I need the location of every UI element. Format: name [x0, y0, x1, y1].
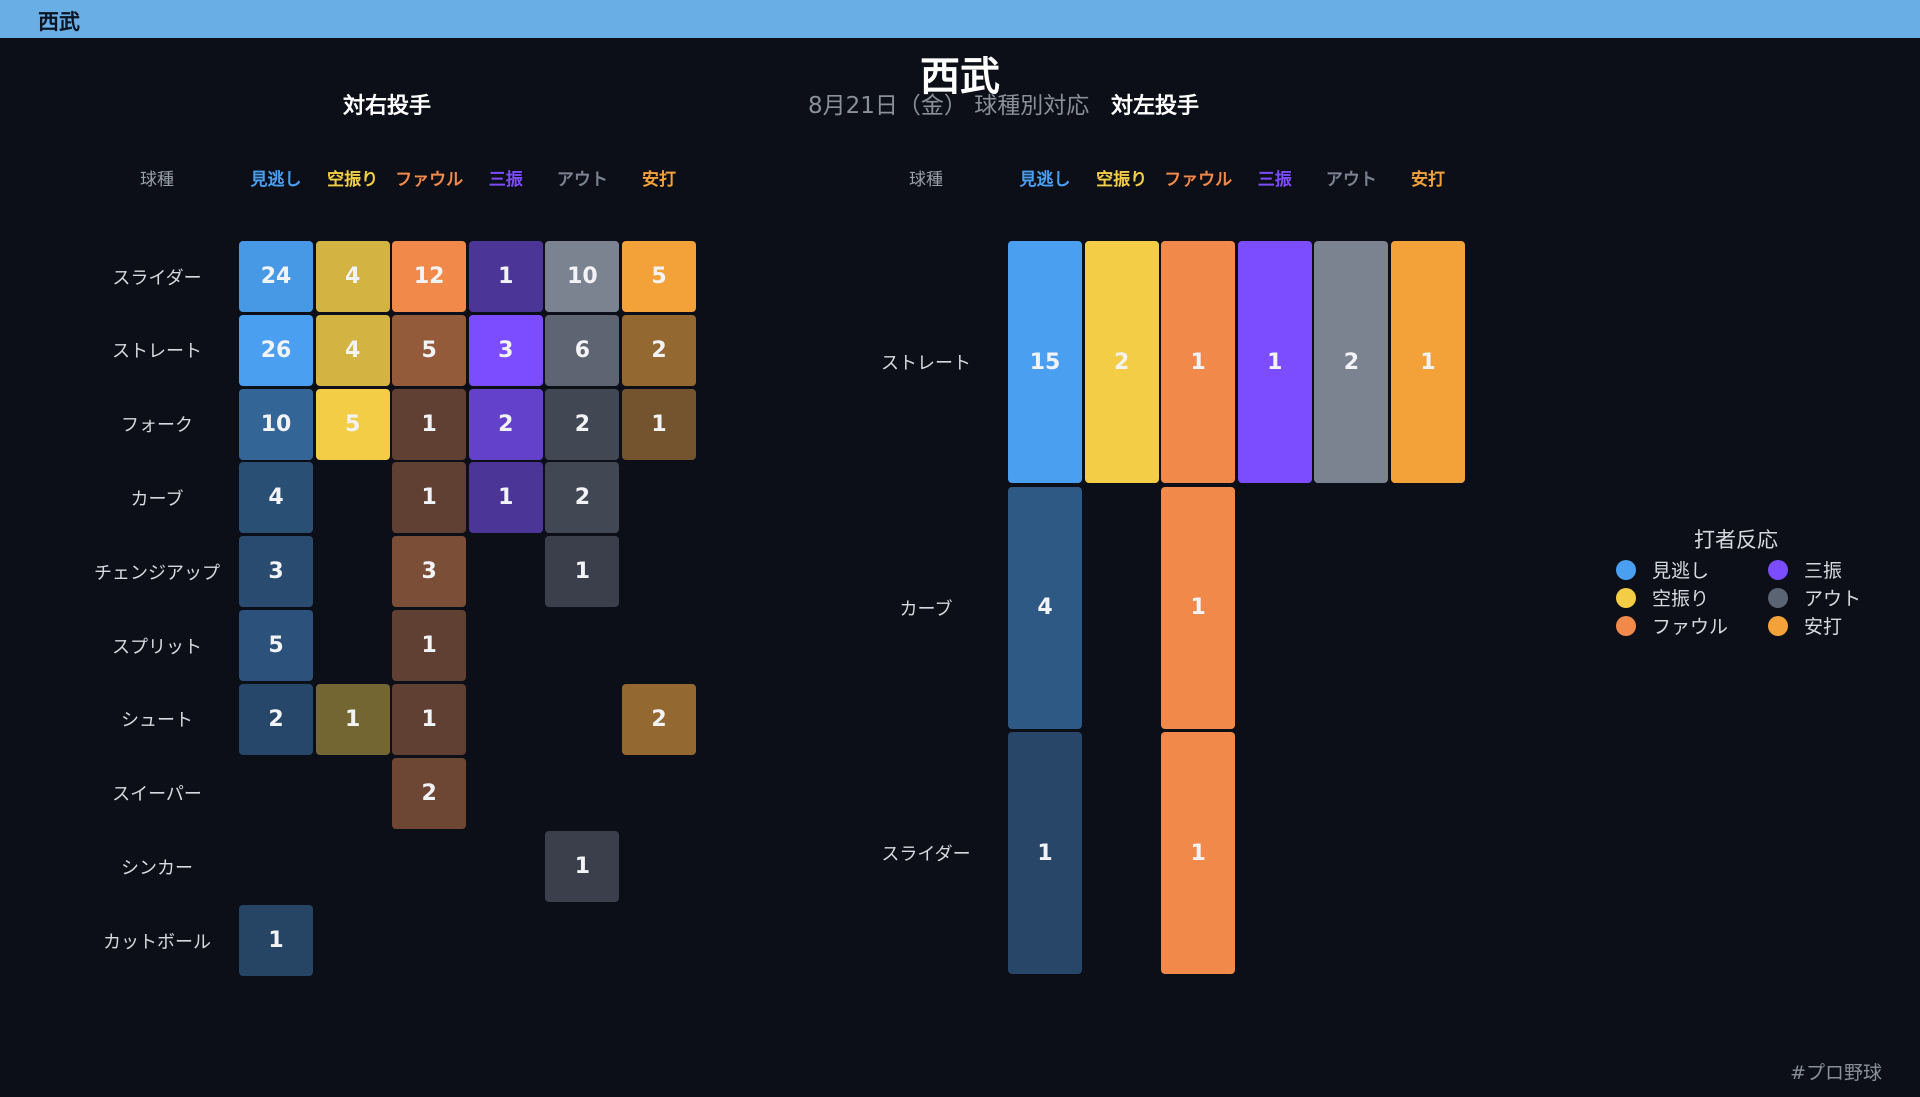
legend-item: 安打	[1768, 612, 1842, 639]
column-header: 空振り	[327, 170, 379, 190]
column-header: 見逃し	[250, 170, 302, 190]
legend-item: 三振	[1768, 556, 1842, 583]
row-label: カーブ	[130, 488, 184, 510]
row-label: スイーパー	[112, 784, 202, 806]
heatmap-cell: 1	[392, 388, 467, 460]
heatmap-cell: 1	[1161, 241, 1236, 483]
column-header: ファウル	[1164, 170, 1233, 190]
column-header: アウト	[556, 170, 608, 190]
heatmap-cell: 1	[1161, 732, 1236, 974]
legend-swatch	[1768, 587, 1788, 608]
column-header: 三振	[1257, 170, 1292, 190]
column-header: 見逃し	[1019, 170, 1071, 190]
row-label: ストレート	[112, 341, 202, 363]
row-label: スライダー	[881, 844, 971, 865]
heatmap-cell: 2	[545, 388, 620, 460]
row-label: カーブ	[899, 598, 953, 620]
row-label: シンカー	[121, 857, 193, 879]
legend-swatch	[1616, 615, 1636, 636]
column-header: アウト	[1325, 170, 1377, 190]
column-header: 空振り	[1096, 170, 1148, 190]
heatmap-cell: 2	[1084, 241, 1159, 483]
heatmap-cell: 2	[392, 757, 467, 829]
heatmap-cell: 1	[1161, 486, 1236, 729]
top-bar: 西武	[0, 0, 1920, 38]
heatmap-cell: 1	[239, 905, 313, 977]
row-label: スプリット	[112, 636, 202, 658]
legend-label: アウト	[1804, 588, 1862, 610]
column-header: ファウル	[395, 170, 464, 190]
heatmap-cell: 5	[622, 241, 696, 312]
heatmap-cell: 2	[239, 683, 313, 755]
heatmap-cell: 1	[1008, 732, 1082, 974]
column-header: 安打	[1411, 170, 1445, 190]
legend-label: 空振り	[1652, 588, 1710, 610]
heatmap-cell: 2	[622, 683, 696, 755]
right-pitcher-title: 対右投手	[342, 94, 431, 119]
heatmap-cell: 3	[239, 536, 313, 608]
legend-item: 空振り	[1616, 584, 1709, 611]
row-label: フォーク	[121, 415, 193, 437]
heatmap-cell: 24	[239, 241, 313, 312]
legend-item: ファウル	[1616, 612, 1728, 639]
heatmap-cell: 10	[545, 241, 620, 312]
legend-label: 安打	[1804, 616, 1843, 638]
heatmap-cell: 1	[1391, 241, 1465, 483]
heatmap-cell: 1	[622, 388, 696, 460]
heatmap-cell: 1	[545, 536, 620, 608]
heatmap-cell: 4	[1008, 486, 1082, 729]
hashtag: #プロ野球	[1790, 1062, 1882, 1084]
heatmap-cell: 1	[1237, 241, 1312, 483]
row-label: ストレート	[881, 353, 971, 374]
heatmap-cell: 4	[239, 462, 313, 534]
heatmap-cell: 2	[622, 314, 696, 386]
heatmap-cell: 1	[392, 683, 467, 755]
heatmap-cell: 3	[392, 536, 467, 608]
legend-label: 見逃し	[1652, 560, 1710, 582]
legend-label: 三振	[1804, 560, 1843, 582]
heatmap-cell: 1	[468, 462, 543, 534]
left-pitcher-title: 対左投手	[1110, 94, 1199, 119]
heatmap-cell: 1	[468, 241, 543, 312]
legend-title: 打者反応	[1694, 528, 1778, 552]
legend-swatch	[1768, 615, 1788, 636]
heatmap-cell: 3	[468, 314, 543, 386]
column-header: 三振	[488, 170, 523, 190]
heatmap-cell: 4	[315, 314, 390, 386]
heatmap-cell: 15	[1008, 241, 1082, 483]
row-header: 球種	[909, 170, 943, 190]
row-label: スライダー	[112, 267, 202, 289]
heatmap-cell: 5	[315, 388, 390, 460]
heatmap-cell: 2	[1314, 241, 1389, 483]
heatmap-cell: 10	[239, 388, 313, 460]
heatmap-cell: 12	[392, 241, 467, 312]
heatmap-cell: 1	[392, 462, 467, 534]
heatmap-cell: 1	[315, 683, 390, 755]
legend-item: 見逃し	[1616, 556, 1709, 583]
legend-label: ファウル	[1652, 616, 1729, 638]
top-bar-title: 西武	[38, 10, 80, 34]
heatmap-cell: 1	[392, 610, 467, 681]
heatmap-cell: 2	[468, 388, 543, 460]
heatmap-cell: 2	[545, 462, 620, 534]
heatmap-cell: 26	[239, 314, 313, 386]
row-label: シュート	[121, 710, 193, 732]
column-header: 安打	[642, 170, 676, 190]
heatmap-cell: 4	[315, 241, 390, 312]
legend-swatch	[1768, 559, 1788, 580]
row-header: 球種	[140, 170, 174, 190]
heatmap-cell: 1	[545, 831, 620, 903]
heatmap-cell: 5	[239, 610, 313, 681]
row-label: カットボール	[103, 931, 211, 953]
legend-swatch	[1616, 559, 1636, 580]
legend-swatch	[1616, 587, 1636, 608]
row-label: チェンジアップ	[94, 562, 220, 584]
legend-item: アウト	[1768, 584, 1861, 611]
heatmap-cell: 5	[392, 314, 467, 386]
heatmap-cell: 6	[545, 314, 620, 386]
